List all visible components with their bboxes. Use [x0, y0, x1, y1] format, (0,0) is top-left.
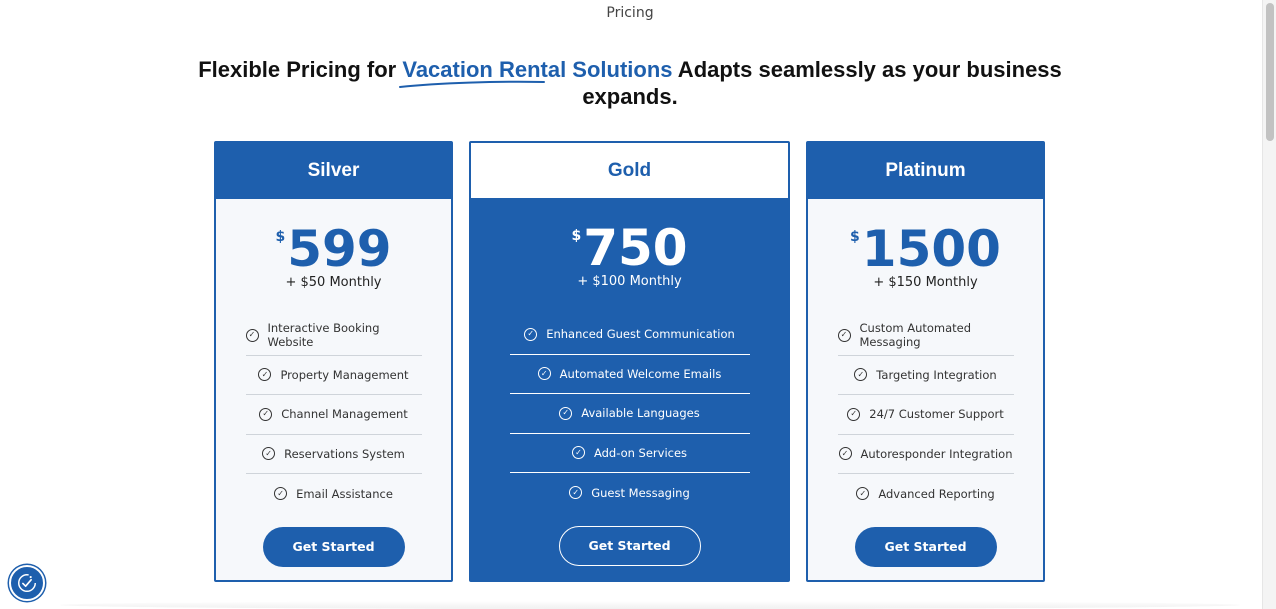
price-amount: 599 — [287, 220, 392, 278]
feature-list: ✓ Enhanced Guest Communication ✓ Automated… — [509, 315, 750, 513]
vertical-scrollbar[interactable] — [1262, 0, 1276, 609]
price-amount: 1500 — [861, 220, 1001, 278]
get-started-button-gold[interactable]: Get Started — [558, 525, 701, 566]
feature-item: ✓ 24/7 Customer Support — [837, 395, 1014, 435]
section-eyebrow: Pricing — [606, 5, 654, 21]
accessibility-button[interactable] — [9, 565, 45, 601]
feature-label: Property Management — [280, 367, 409, 382]
feature-label: Add-on Services — [593, 445, 688, 460]
check-circle-icon: ✓ — [245, 328, 259, 342]
page-bottom-shadow — [60, 601, 1240, 609]
get-started-button-platinum[interactable]: Get Started — [854, 526, 997, 567]
price-currency: $ — [275, 229, 286, 245]
accessibility-icon — [18, 574, 36, 592]
price-currency: $ — [850, 229, 860, 245]
check-circle-icon: ✓ — [856, 487, 870, 501]
feature-list: ✓ Custom Automated Messaging ✓ Targeting I… — [837, 316, 1014, 514]
check-circle-icon: ✓ — [259, 407, 273, 421]
check-circle-icon: ✓ — [837, 328, 851, 342]
check-circle-icon: ✓ — [262, 447, 276, 461]
feature-label: Email Assistance — [296, 486, 393, 501]
feature-list: ✓ Interactive Booking Website ✓ Property M… — [245, 316, 422, 514]
feature-item: ✓ Interactive Booking Website — [245, 316, 422, 356]
price-amount: 750 — [583, 219, 688, 277]
page-title: Flexible Pricing for Vacation Rental Sol… — [190, 56, 1070, 110]
check-circle-icon: ✓ — [524, 327, 538, 341]
headline-highlight: Vacation Rental Solutions — [399, 56, 673, 88]
plan-card-gold: Gold $750 + $100 Monthly ✓ Enhanced Guest… — [469, 141, 790, 582]
check-circle-icon: ✓ — [258, 368, 272, 382]
feature-item: ✓ Property Management — [245, 356, 422, 395]
feature-item: ✓ Automated Welcome Emails — [509, 355, 750, 394]
feature-label: Custom Automated Messaging — [859, 321, 972, 350]
plan-price: $599 — [216, 221, 451, 277]
feature-item: ✓ Targeting Integration — [837, 356, 1014, 395]
plan-name: Platinum — [808, 143, 1043, 199]
check-circle-icon: ✓ — [847, 407, 861, 421]
feature-item: ✓ Autoresponder Integration — [837, 435, 1014, 474]
headline-highlight-text: Vacation Rental Solutions — [402, 57, 673, 82]
scrollbar-thumb[interactable] — [1266, 3, 1274, 141]
check-circle-icon: ✓ — [537, 367, 551, 381]
feature-item: ✓ Channel Management — [245, 395, 422, 435]
plan-card-platinum: Platinum $1500 + $150 Monthly ✓ Custom Au… — [806, 141, 1045, 582]
check-circle-icon: ✓ — [559, 406, 573, 420]
feature-label: Advanced Reporting — [878, 486, 995, 501]
feature-label: Guest Messaging — [591, 485, 690, 500]
plan-name: Gold — [471, 143, 788, 198]
check-circle-icon: ✓ — [274, 487, 288, 501]
feature-label: Available Languages — [581, 406, 700, 421]
plan-name: Silver — [216, 143, 451, 199]
headline-prefix: Flexible Pricing for — [198, 57, 403, 82]
price-currency: $ — [571, 228, 582, 244]
plan-price: $1500 — [808, 221, 1043, 277]
check-circle-icon: ✓ — [571, 446, 585, 460]
feature-item: ✓ Email Assistance — [246, 474, 422, 514]
get-started-button-silver[interactable]: Get Started — [262, 526, 405, 567]
plan-price: $750 — [471, 220, 788, 276]
check-circle-icon: ✓ — [854, 368, 868, 382]
feature-label: Channel Management — [281, 407, 408, 422]
feature-label: Automated Welcome Emails — [559, 366, 722, 381]
feature-item: ✓ Add-on Services — [509, 434, 750, 473]
feature-item: ✓ Custom Automated Messaging — [837, 316, 1014, 356]
feature-item: ✓ Enhanced Guest Communication — [509, 315, 750, 355]
underline-swoosh-icon — [399, 80, 546, 88]
plan-card-silver: Silver $599 + $50 Monthly ✓ Interactive B… — [214, 141, 453, 582]
feature-label: Enhanced Guest Communication — [546, 327, 735, 342]
feature-label: Reservations System — [284, 446, 405, 461]
feature-label: Interactive Booking Website — [267, 321, 380, 350]
feature-item: ✓ Guest Messaging — [510, 473, 750, 513]
feature-item: ✓ Reservations System — [245, 435, 422, 474]
feature-label: Targeting Integration — [876, 367, 997, 382]
check-circle-icon: ✓ — [838, 447, 852, 461]
feature-label: Autoresponder Integration — [860, 446, 1013, 461]
feature-label: 24/7 Customer Support — [869, 407, 1004, 422]
check-circle-icon: ✓ — [569, 486, 583, 500]
feature-item: ✓ Available Languages — [509, 394, 750, 434]
feature-item: ✓ Advanced Reporting — [838, 474, 1014, 514]
